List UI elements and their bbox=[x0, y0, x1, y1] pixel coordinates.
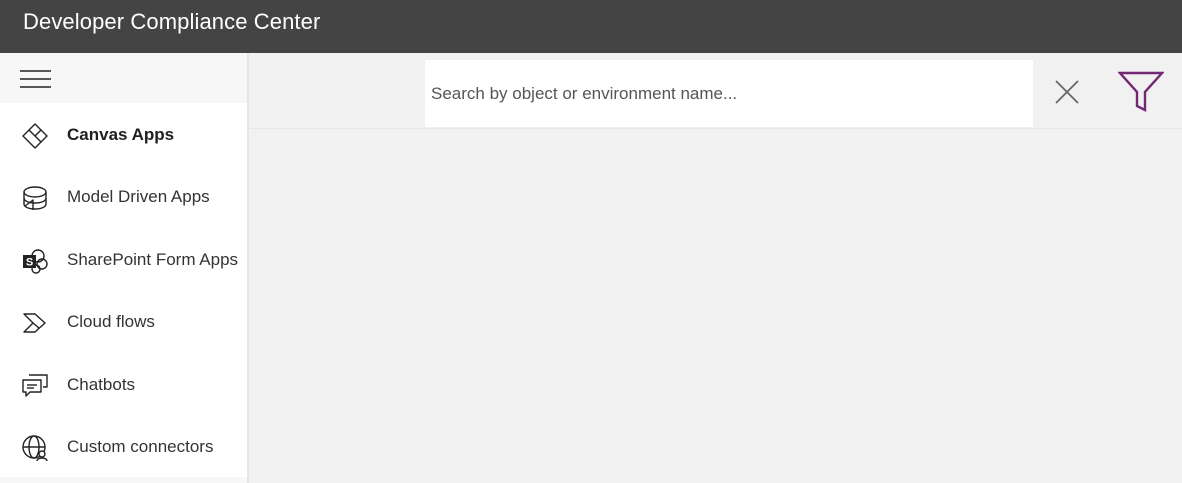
svg-text:S: S bbox=[26, 257, 33, 269]
sidebar-item-custom-connectors[interactable]: Custom connectors bbox=[0, 416, 247, 478]
sharepoint-icon: S bbox=[23, 249, 48, 274]
sidebar-item-model-driven-apps[interactable]: Model Driven Apps bbox=[0, 166, 247, 228]
sidebar-footer-strip bbox=[0, 477, 247, 483]
search-input[interactable] bbox=[425, 60, 1033, 127]
sidebar-item-label: Custom connectors bbox=[67, 437, 214, 456]
model-driven-apps-icon bbox=[23, 186, 47, 210]
search-bar bbox=[249, 53, 1182, 129]
app-header: Developer Compliance Center bbox=[0, 0, 1182, 53]
sidebar-item-sharepoint-form-apps[interactable]: S SharePoint Form Apps bbox=[0, 229, 247, 291]
sidebar-nav: Canvas Apps Model Driven Apps S SharePoi… bbox=[0, 53, 247, 483]
hamburger-icon[interactable] bbox=[20, 69, 51, 89]
app-title: Developer Compliance Center bbox=[23, 9, 321, 34]
sidebar-item-label: Model Driven Apps bbox=[67, 187, 210, 206]
sidebar-item-label: Chatbots bbox=[67, 375, 136, 394]
results-area bbox=[249, 129, 1182, 483]
sidebar-item-canvas-apps[interactable]: Canvas Apps bbox=[0, 104, 247, 166]
sidebar-item-cloud-flows[interactable]: Cloud flows bbox=[0, 291, 247, 353]
sidebar-item-label: Cloud flows bbox=[67, 312, 155, 331]
cloud-flows-icon bbox=[23, 313, 46, 333]
chatbot-icon bbox=[22, 374, 48, 397]
custom-connectors-icon bbox=[22, 435, 48, 462]
sidebar-item-label: Canvas Apps bbox=[67, 125, 175, 144]
sidebar-item-label: SharePoint Form Apps bbox=[67, 250, 239, 269]
canvas-apps-icon bbox=[22, 123, 48, 149]
close-icon[interactable] bbox=[1052, 77, 1082, 107]
sidebar-header bbox=[0, 53, 247, 103]
filter-icon[interactable] bbox=[1118, 71, 1164, 113]
sidebar-item-chatbots[interactable]: Chatbots bbox=[0, 354, 247, 416]
